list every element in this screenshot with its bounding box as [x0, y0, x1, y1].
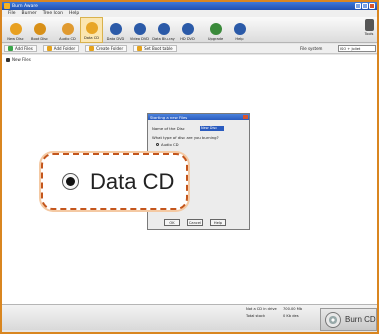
- data-cd-option-label: Data CD: [90, 168, 175, 194]
- data-cd-button[interactable]: Data CD: [80, 17, 103, 43]
- help-dialog-button[interactable]: Help: [210, 219, 226, 226]
- radio-icon: [156, 143, 159, 146]
- data-bluray-icon: [157, 23, 170, 35]
- data-dvd-icon: [109, 23, 122, 35]
- menu-file[interactable]: File: [8, 11, 16, 16]
- window-title: Burn Aware: [12, 3, 38, 9]
- filesystem-select[interactable]: ISO + Joliet: [338, 45, 376, 52]
- audio-cd-option[interactable]: Audio CD: [156, 142, 179, 147]
- tree-root[interactable]: New Files: [6, 57, 31, 62]
- add-files-icon: [8, 46, 13, 51]
- disc-name-input[interactable]: New Disc: [200, 126, 224, 131]
- status-bar: Not a CD in drive Total stock 700.00 Mb …: [2, 304, 377, 331]
- video-dvd-icon: [133, 23, 146, 35]
- dialog-buttons: OK Cancel Help: [164, 219, 226, 226]
- total-stock-label: Total stock: [246, 314, 266, 318]
- add-files-button[interactable]: Add Files: [4, 45, 37, 52]
- help-button[interactable]: Help: [228, 17, 251, 43]
- title-bar: Burn Aware: [2, 2, 377, 10]
- hd-dvd-icon: [181, 23, 194, 35]
- radio-dot-icon: [66, 177, 75, 186]
- tools-button[interactable]: Tools: [363, 19, 375, 36]
- minimize-icon[interactable]: [355, 3, 361, 9]
- upgrade-button[interactable]: Upgrade: [204, 17, 227, 43]
- ok-button[interactable]: OK: [164, 219, 180, 226]
- cancel-button[interactable]: Cancel: [187, 219, 203, 226]
- audio-cd-button[interactable]: Audio CD: [56, 17, 79, 43]
- new-disc-icon: [9, 23, 22, 35]
- capacity-label: 700.00 Mb: [283, 307, 303, 311]
- menu-help[interactable]: Help: [69, 11, 79, 16]
- tree-root-label: New Files: [12, 57, 31, 62]
- boot-table-icon: [137, 46, 143, 51]
- menu-tree-icon[interactable]: Tree Icon: [43, 11, 63, 16]
- create-folder-icon: [89, 46, 95, 51]
- upgrade-icon: [209, 23, 222, 35]
- data-dvd-button[interactable]: Data DVD: [104, 17, 127, 43]
- secondary-toolbar: Add Files Add Folder Create Folder Set B…: [2, 44, 377, 54]
- new-disc-button[interactable]: New Disc: [4, 17, 27, 43]
- add-folder-icon: [46, 46, 52, 51]
- tools-icon: [364, 19, 374, 31]
- menu-bar: File Burner Tree Icon Help: [2, 10, 377, 17]
- boot-disc-button[interactable]: Boot Disc: [28, 17, 51, 43]
- radio-selected-icon: [62, 173, 79, 190]
- window-controls: [355, 3, 375, 9]
- burn-cd-label: Burn CD: [345, 315, 376, 324]
- data-cd-icon: [85, 22, 98, 34]
- dialog-title-bar: Starting a new Files: [148, 114, 249, 120]
- maximize-icon[interactable]: [362, 3, 368, 9]
- dialog-title: Starting a new Files: [150, 114, 188, 120]
- disc-name-label: Name of the Disc: [152, 126, 185, 131]
- audio-cd-icon: [61, 23, 74, 35]
- app-icon: [4, 3, 10, 9]
- filesystem-label: File system: [300, 46, 323, 51]
- hd-dvd-button[interactable]: HD DVD: [176, 17, 199, 43]
- add-folder-button[interactable]: Add Folder: [42, 45, 80, 52]
- boot-disc-icon: [33, 23, 46, 35]
- create-folder-button[interactable]: Create Folder: [85, 45, 128, 52]
- dialog-close-icon[interactable]: [243, 115, 248, 119]
- disc-type-question: What type of disc are you burning?: [152, 135, 219, 140]
- data-bluray-button[interactable]: Data Blu-ray: [152, 17, 175, 43]
- menu-burner[interactable]: Burner: [22, 11, 37, 16]
- burn-disc-icon: [325, 311, 341, 328]
- close-icon[interactable]: [369, 3, 375, 9]
- video-dvd-button[interactable]: Video DVD: [128, 17, 151, 43]
- boot-table-button[interactable]: Set Boot table: [133, 45, 177, 52]
- help-icon: [233, 23, 246, 35]
- burn-cd-button[interactable]: Burn CD: [320, 308, 377, 331]
- disc-tree-icon: [6, 57, 10, 62]
- main-toolbar: New Disc Boot Disc Audio CD Data CD Data…: [2, 17, 377, 43]
- data-cd-callout[interactable]: Data CD: [41, 153, 188, 210]
- used-size-value: 0 Kb des: [283, 314, 299, 318]
- drive-status: Not a CD in drive: [246, 307, 277, 311]
